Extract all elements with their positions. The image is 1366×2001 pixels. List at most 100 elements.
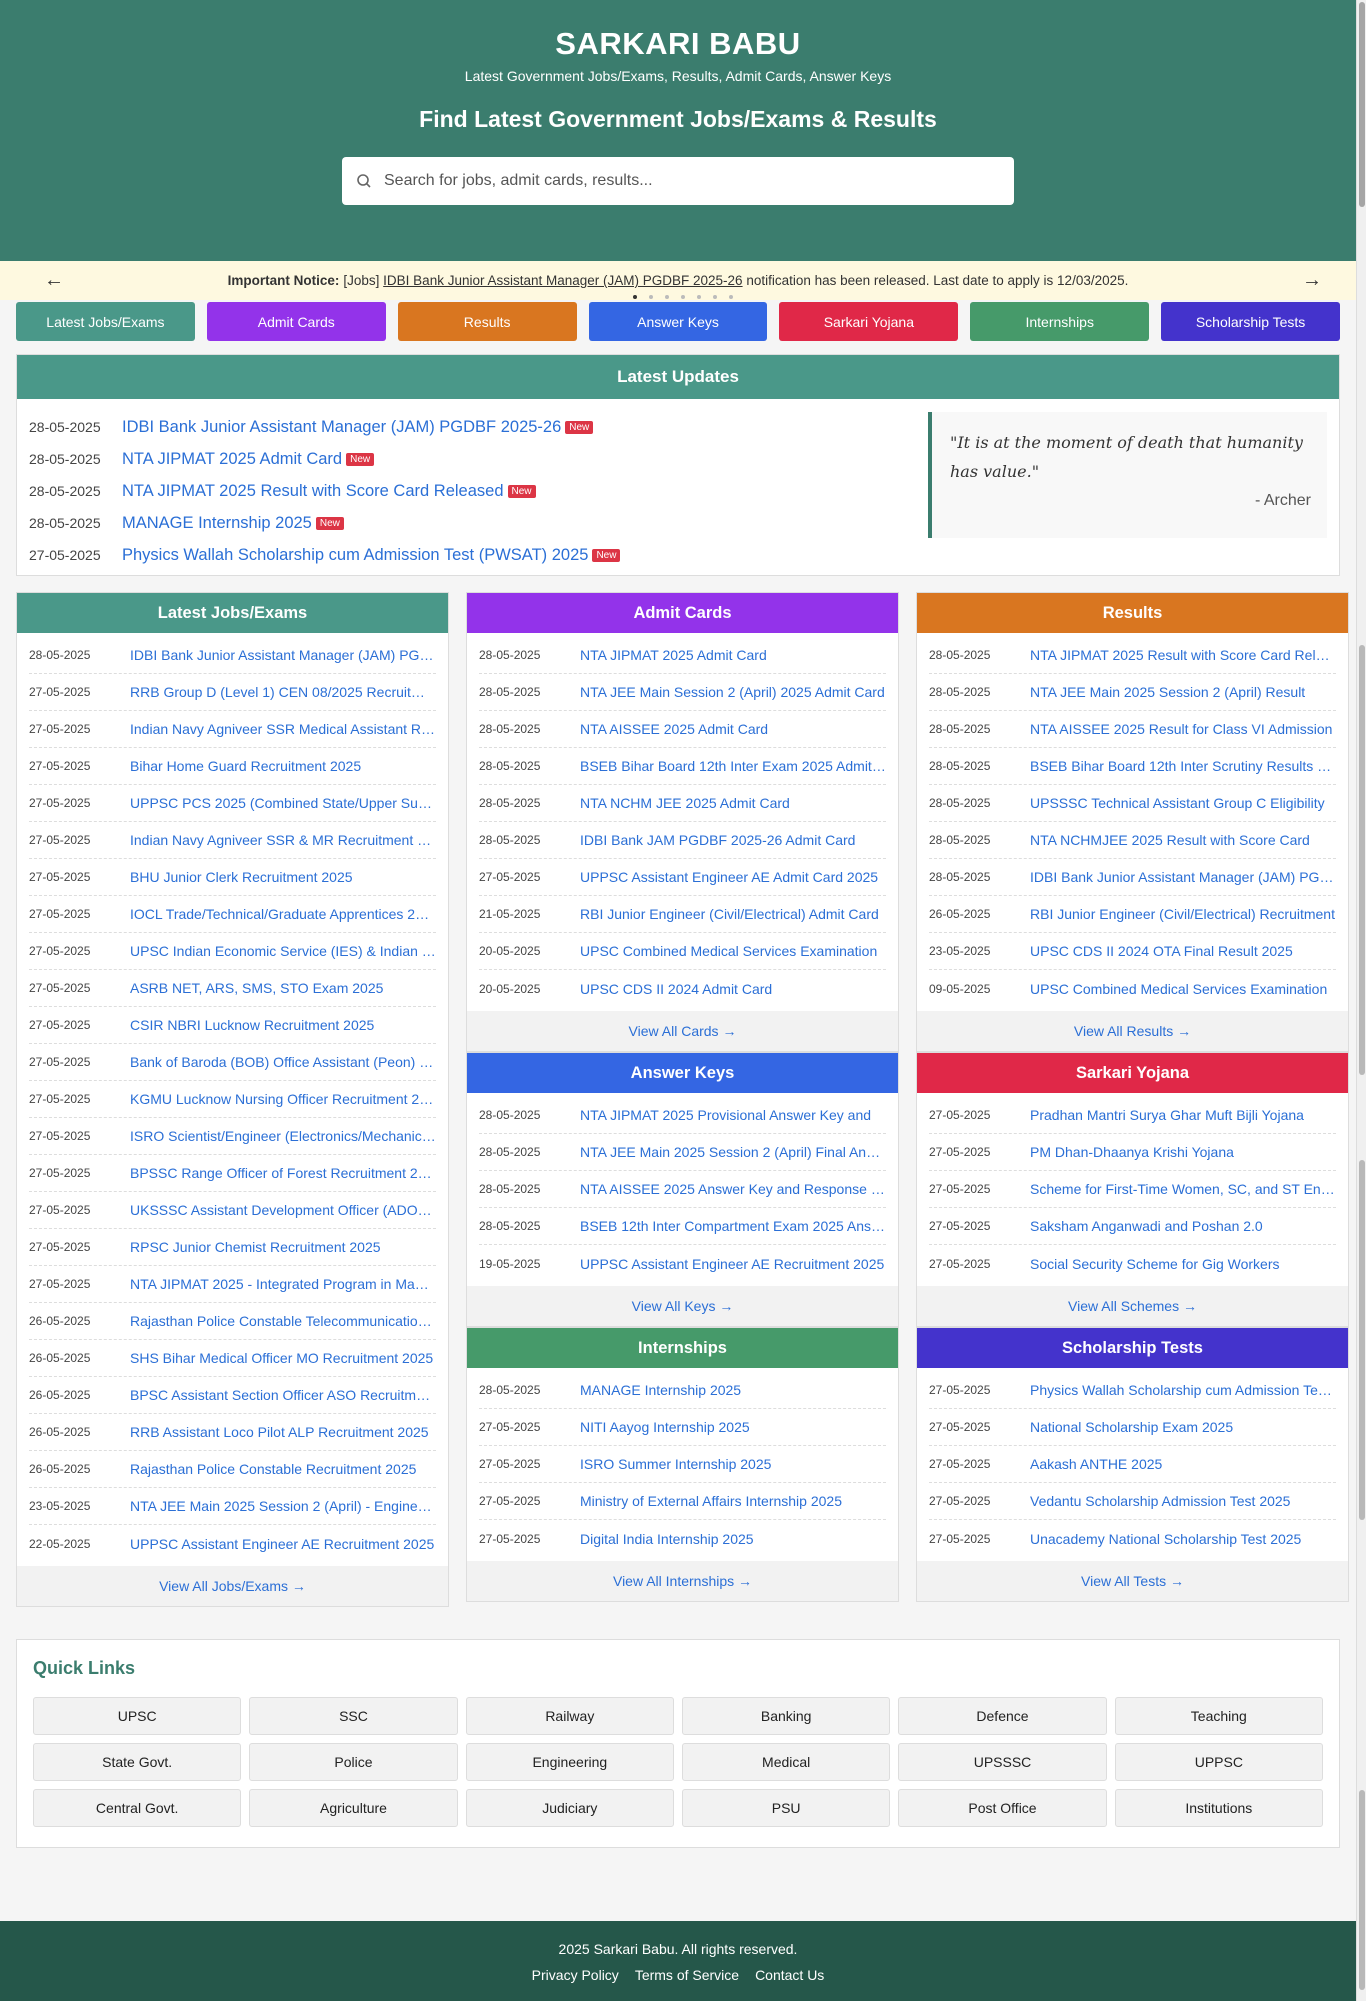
item-link[interactable]: UPPSC Assistant Engineer AE Recruitment … [580,1256,884,1272]
item-link[interactable]: Ministry of External Affairs Internship … [580,1493,842,1509]
view-all-link[interactable]: View All Cards → [467,1011,898,1051]
item-link[interactable]: UPPSC Assistant Engineer AE Admit Card 2… [580,869,878,885]
view-all-link[interactable]: View All Tests → [917,1561,1348,1601]
item-link[interactable]: RRB Assistant Loco Pilot ALP Recruitment… [130,1424,429,1440]
notice-dot[interactable] [633,295,637,299]
item-link[interactable]: Rajasthan Police Constable Telecommunica… [130,1313,436,1329]
item-link[interactable]: ASRB NET, ARS, SMS, STO Exam 2025 [130,980,383,996]
item-link[interactable]: NTA JEE Main 2025 Session 2 (April) Resu… [1030,684,1305,700]
item-link[interactable]: NTA AISSEE 2025 Result for Class VI Admi… [1030,721,1332,737]
notice-dot[interactable] [713,295,717,299]
item-link[interactable]: BPSSC Range Officer of Forest Recruitmen… [130,1165,436,1181]
item-link[interactable]: KGMU Lucknow Nursing Officer Recruitment… [130,1091,436,1107]
vertical-scrollbar[interactable] [1356,0,1366,2001]
quick-link-button[interactable]: Engineering [465,1743,674,1781]
item-link[interactable]: ISRO Summer Internship 2025 [580,1456,771,1472]
scrollbar-thumb[interactable] [1359,2,1365,207]
item-link[interactable]: RBI Junior Engineer (Civil/Electrical) A… [580,906,879,922]
item-link[interactable]: Vedantu Scholarship Admission Test 2025 [1030,1493,1290,1509]
item-link[interactable]: UPSC Indian Economic Service (IES) & Ind… [130,943,436,959]
quick-link-button[interactable]: Teaching [1114,1697,1323,1735]
quick-link-button[interactable]: Central Govt. [33,1789,242,1827]
update-link[interactable]: NTA JIPMAT 2025 Result with Score Card R… [122,482,504,501]
quick-link-button[interactable]: Judiciary [465,1789,674,1827]
item-link[interactable]: UKSSSC Assistant Development Officer (AD… [130,1202,436,1218]
quick-link-button[interactable]: Institutions [1114,1789,1323,1827]
item-link[interactable]: IDBI Bank Junior Assistant Manager (JAM)… [130,647,436,663]
footer-link[interactable]: Terms of Service [635,1967,739,1983]
item-link[interactable]: PM Dhan-Dhaanya Krishi Yojana [1030,1144,1234,1160]
quick-link-button[interactable]: Defence [898,1697,1107,1735]
tab-latest-jobs-exams[interactable]: Latest Jobs/Exams [16,302,195,341]
quick-link-button[interactable]: PSU [681,1789,891,1827]
item-link[interactable]: RPSC Junior Chemist Recruitment 2025 [130,1239,381,1255]
item-link[interactable]: UPPSC Assistant Engineer AE Recruitment … [130,1536,434,1552]
view-all-link[interactable]: View All Keys → [467,1286,898,1326]
item-link[interactable]: ISRO Scientist/Engineer (Electronics/Mec… [130,1128,436,1144]
item-link[interactable]: Physics Wallah Scholarship cum Admission… [1030,1382,1336,1398]
view-all-link[interactable]: View All Internships → [467,1561,898,1601]
quick-link-button[interactable]: Medical [681,1743,891,1781]
item-link[interactable]: Bank of Baroda (BOB) Office Assistant (P… [130,1054,436,1070]
notice-dot[interactable] [729,295,733,299]
item-link[interactable]: NTA JIPMAT 2025 Provisional Answer Key a… [580,1107,871,1123]
update-link[interactable]: Physics Wallah Scholarship cum Admission… [122,546,588,565]
tab-results[interactable]: Results [397,302,577,341]
item-link[interactable]: BHU Junior Clerk Recruitment 2025 [130,869,353,885]
item-link[interactable]: BSEB Bihar Board 12th Inter Scrutiny Res… [1030,758,1336,774]
item-link[interactable]: UPPSC PCS 2025 (Combined State/Upper Sub… [130,795,436,811]
item-link[interactable]: Saksham Anganwadi and Poshan 2.0 [1030,1218,1263,1234]
view-all-link[interactable]: View All Results → [917,1011,1348,1051]
item-link[interactable]: IDBI Bank JAM PGDBF 2025-26 Admit Card [580,832,855,848]
notice-dot[interactable] [697,295,701,299]
item-link[interactable]: NTA JEE Main 2025 Session 2 (April) - En… [130,1498,436,1514]
item-link[interactable]: IOCL Trade/Technical/Graduate Apprentice… [130,906,436,922]
update-link[interactable]: IDBI Bank Junior Assistant Manager (JAM)… [122,418,561,437]
item-link[interactable]: Indian Navy Agniveer SSR Medical Assista… [130,721,436,737]
item-link[interactable]: NTA JEE Main Session 2 (April) 2025 Admi… [580,684,885,700]
item-link[interactable]: RBI Junior Engineer (Civil/Electrical) R… [1030,906,1335,922]
update-link[interactable]: MANAGE Internship 2025 [122,514,312,533]
item-link[interactable]: NITI Aayog Internship 2025 [580,1419,750,1435]
footer-link[interactable]: Contact Us [755,1967,824,1983]
item-link[interactable]: Scheme for First-Time Women, SC, and ST … [1030,1181,1336,1197]
quick-link-button[interactable]: Railway [465,1697,674,1735]
item-link[interactable]: CSIR NBRI Lucknow Recruitment 2025 [130,1017,374,1033]
tab-admit-cards[interactable]: Admit Cards [206,302,386,341]
item-link[interactable]: NTA NCHMJEE 2025 Result with Score Card [1030,832,1310,848]
item-link[interactable]: RRB Group D (Level 1) CEN 08/2025 Recrui… [130,684,436,700]
notice-next-arrow[interactable]: → [1302,269,1322,292]
item-link[interactable]: Aakash ANTHE 2025 [1030,1456,1162,1472]
item-link[interactable]: NTA NCHM JEE 2025 Admit Card [580,795,790,811]
notice-prev-arrow[interactable]: ← [44,269,64,292]
item-link[interactable]: Digital India Internship 2025 [580,1531,754,1547]
item-link[interactable]: UPSC CDS II 2024 Admit Card [580,981,772,997]
item-link[interactable]: National Scholarship Exam 2025 [1030,1419,1233,1435]
quick-link-button[interactable]: UPSC [33,1697,242,1735]
item-link[interactable]: Unacademy National Scholarship Test 2025 [1030,1531,1301,1547]
item-link[interactable]: NTA JIPMAT 2025 Admit Card [580,647,767,663]
item-link[interactable]: Rajasthan Police Constable Recruitment 2… [130,1461,416,1477]
tab-scholarship-tests[interactable]: Scholarship Tests [1161,302,1341,341]
footer-link[interactable]: Privacy Policy [532,1967,619,1983]
item-link[interactable]: NTA JIPMAT 2025 - Integrated Program in … [130,1276,436,1292]
tab-answer-keys[interactable]: Answer Keys [588,302,768,341]
quick-link-button[interactable]: Police [249,1743,458,1781]
item-link[interactable]: NTA JIPMAT 2025 Result with Score Card R… [1030,647,1336,663]
quick-link-button[interactable]: Agriculture [249,1789,458,1827]
item-link[interactable]: UPSC Combined Medical Services Examinati… [580,943,877,959]
item-link[interactable]: BPSC Assistant Section Officer ASO Recru… [130,1387,436,1403]
item-link[interactable]: NTA AISSEE 2025 Answer Key and Response … [580,1181,886,1197]
search-input[interactable] [384,172,1014,190]
item-link[interactable]: Social Security Scheme for Gig Workers [1030,1256,1280,1272]
notice-dot[interactable] [681,295,685,299]
item-link[interactable]: UPSC Combined Medical Services Examinati… [1030,981,1327,997]
notice-dot[interactable] [665,295,669,299]
notice-dot[interactable] [649,295,653,299]
item-link[interactable]: Bihar Home Guard Recruitment 2025 [130,758,361,774]
site-title[interactable]: SARKARI BABU [0,26,1356,62]
item-link[interactable]: MANAGE Internship 2025 [580,1382,741,1398]
item-link[interactable]: SHS Bihar Medical Officer MO Recruitment… [130,1350,433,1366]
quick-link-button[interactable]: UPSSSC [898,1743,1107,1781]
view-all-link[interactable]: View All Jobs/Exams → [17,1566,448,1606]
